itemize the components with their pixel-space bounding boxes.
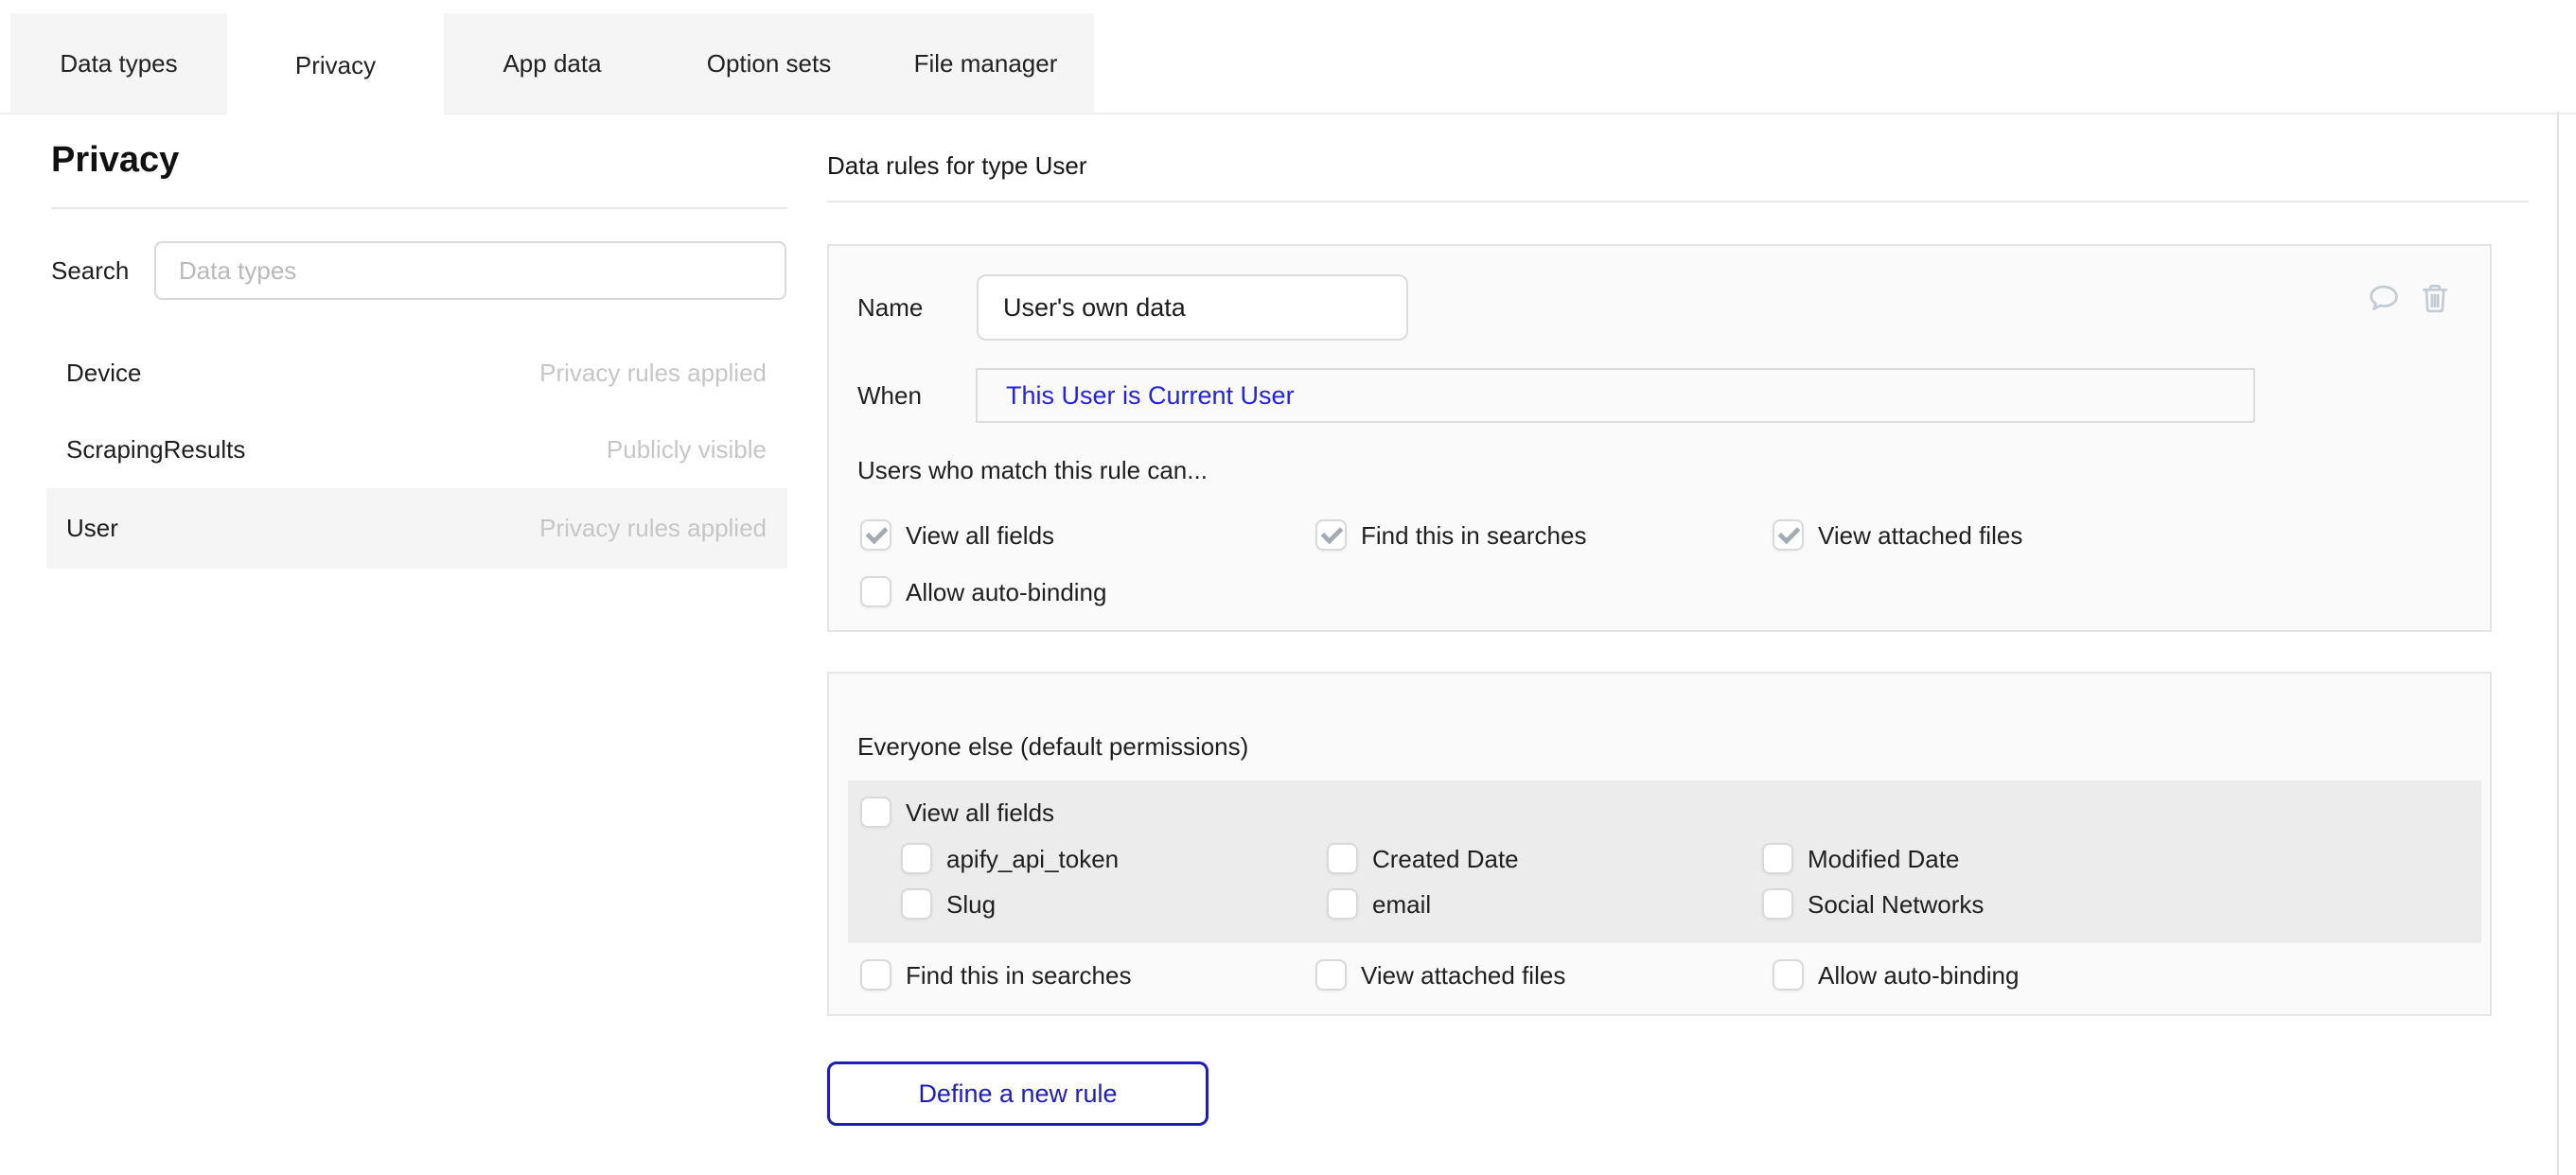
search-label: Search (51, 241, 129, 300)
tab-data-types[interactable]: Data types (10, 13, 227, 114)
when-condition-expression: This User is Current User (1006, 381, 1295, 411)
tab-app-data[interactable]: App data (444, 13, 661, 114)
list-item-scrapingresults[interactable]: ScrapingResults Publicly visible (46, 412, 787, 488)
tab-bar: Data types Privacy App data Option sets … (10, 13, 1094, 117)
privacy-status: Privacy rules applied (539, 359, 767, 388)
checkbox-box (860, 519, 891, 551)
checkbox-field-email[interactable]: email (1327, 888, 1431, 921)
checkbox-field-modified-date[interactable]: Modified Date (1762, 843, 1959, 875)
checkbox-box (1327, 843, 1358, 874)
scrollbar-track[interactable] (2557, 112, 2559, 1175)
checkbox-box (1762, 843, 1793, 874)
checkbox-view-all-fields-default[interactable]: View all fields (860, 797, 1054, 829)
checkbox-box (860, 797, 891, 828)
checkbox-label: View attached files (1818, 519, 2022, 552)
checkbox-label: Social Networks (1808, 888, 1984, 921)
checkbox-box (1327, 888, 1358, 920)
privacy-settings-page: Data types Privacy App data Option sets … (0, 0, 2576, 1175)
match-rule-caption: Users who match this rule can... (857, 456, 1208, 485)
main-divider (827, 201, 2529, 202)
checkbox-box (860, 576, 891, 607)
tab-label: Privacy (295, 51, 376, 80)
checkbox-label: Slug (946, 888, 996, 921)
checkbox-box (1773, 959, 1804, 991)
checkbox-label: email (1372, 888, 1431, 921)
checkbox-label: Allow auto-binding (906, 576, 1106, 608)
data-rules-header: Data rules for type User (827, 151, 1087, 181)
checkbox-box (1762, 888, 1793, 920)
trash-icon[interactable] (2417, 280, 2453, 316)
privacy-status: Publicly visible (607, 435, 767, 465)
data-type-list: Device Privacy rules applied ScrapingRes… (46, 335, 787, 569)
tab-label: Data types (60, 49, 177, 79)
checkbox-field-slug[interactable]: Slug (901, 888, 996, 921)
checkbox-label: apify_api_token (946, 843, 1119, 875)
checkbox-label: View all fields (906, 797, 1054, 829)
checkbox-field-apify-api-token[interactable]: apify_api_token (901, 843, 1119, 875)
checkbox-box (1315, 519, 1347, 551)
checkbox-allow-auto-binding[interactable]: Allow auto-binding (860, 576, 1106, 608)
list-item-user[interactable]: User Privacy rules applied (46, 488, 787, 569)
page-title: Privacy (51, 140, 179, 181)
privacy-status: Privacy rules applied (539, 514, 767, 543)
checkbox-find-in-searches[interactable]: Find this in searches (1315, 519, 1586, 552)
checkbox-view-attached-files[interactable]: View attached files (1773, 519, 2022, 552)
checkbox-find-in-searches-default[interactable]: Find this in searches (860, 959, 1131, 991)
checkbox-label: Find this in searches (906, 959, 1131, 991)
checkbox-allow-auto-binding-default[interactable]: Allow auto-binding (1773, 959, 2019, 991)
checkbox-label: Find this in searches (1361, 519, 1586, 552)
tab-label: Option sets (707, 49, 832, 79)
checkbox-field-created-date[interactable]: Created Date (1327, 843, 1519, 875)
rule-name-input[interactable] (977, 274, 1408, 341)
list-item-device[interactable]: Device Privacy rules applied (46, 335, 787, 412)
checkbox-field-social-networks[interactable]: Social Networks (1762, 888, 1984, 921)
tab-privacy[interactable]: Privacy (227, 13, 444, 117)
fields-section: View all fields apify_api_token Created … (848, 780, 2481, 943)
sidebar-divider (51, 207, 787, 209)
rule-card: Name When This User is Current User User… (827, 244, 2492, 632)
checkbox-box (901, 843, 932, 874)
data-type-name: ScrapingResults (66, 435, 245, 465)
checkbox-box (860, 959, 891, 991)
tab-file-manager[interactable]: File manager (877, 13, 1094, 114)
define-new-rule-button[interactable]: Define a new rule (827, 1061, 1209, 1126)
checkbox-box (1315, 959, 1347, 991)
checkbox-view-all-fields[interactable]: View all fields (860, 519, 1054, 552)
default-permissions-title: Everyone else (default permissions) (857, 732, 1248, 762)
checkbox-label: Created Date (1372, 843, 1519, 875)
checkbox-label: Allow auto-binding (1818, 959, 2019, 991)
comment-bubble-icon[interactable] (2366, 280, 2402, 316)
when-label: When (857, 368, 922, 423)
name-label: Name (857, 274, 923, 341)
tab-label: File manager (914, 49, 1058, 79)
checkbox-label: Modified Date (1808, 843, 1959, 875)
data-type-name: User (66, 514, 118, 543)
tab-option-sets[interactable]: Option sets (661, 13, 877, 114)
checkbox-label: View all fields (906, 519, 1054, 552)
checkbox-view-attached-files-default[interactable]: View attached files (1315, 959, 1565, 991)
checkbox-label: View attached files (1361, 959, 1565, 991)
when-condition-box[interactable]: This User is Current User (976, 368, 2255, 423)
checkbox-box (1773, 519, 1804, 551)
default-permissions-card: Everyone else (default permissions) View… (827, 672, 2492, 1016)
checkbox-box (901, 888, 932, 920)
tab-label: App data (503, 49, 601, 79)
data-type-name: Device (66, 359, 141, 388)
search-input[interactable] (154, 241, 786, 300)
